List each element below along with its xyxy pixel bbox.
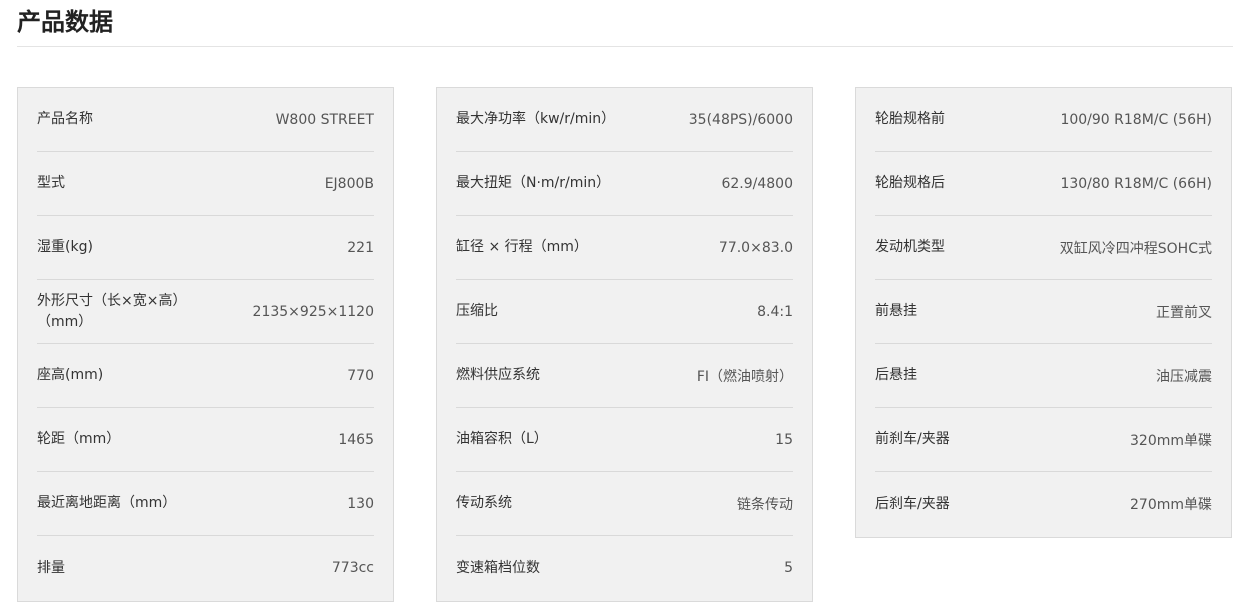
spec-label: 座高(mm) [37,367,104,383]
spec-value: 770 [347,367,374,384]
spec-row: 排量 773cc [37,536,374,600]
spec-label: 燃料供应系统 [456,367,540,383]
spec-row: 后刹车/夹器 270mm单碟 [875,472,1212,536]
spec-row: 油箱容积（L） 15 [456,408,793,472]
spec-value: 100/90 R18M/C (56H) [1060,111,1212,128]
spec-value: W800 STREET [275,111,374,128]
spec-value: 5 [784,560,793,576]
spec-row: 缸径 × 行程（mm） 77.0×83.0 [456,216,793,280]
spec-label: 变速箱档位数 [456,559,540,576]
spec-row: 压缩比 8.4:1 [456,280,793,344]
spec-value: 320mm单碟 [1130,432,1212,449]
spec-value: 35(48PS)/6000 [688,111,793,128]
spec-value: 2135×925×1120 [252,303,374,320]
spec-row: 产品名称 W800 STREET [37,88,374,152]
spec-label: 发动机类型 [875,239,945,255]
spec-value: 双缸风冷四冲程SOHC式 [1059,240,1212,257]
spec-label: 最近离地距离（mm） [37,495,177,511]
spec-row: 燃料供应系统 FI（燃油喷射） [456,344,793,408]
spec-value: 1465 [338,431,374,448]
spec-panel-1: 产品名称 W800 STREET 型式 EJ800B 湿重(kg) 221 外形… [17,87,394,602]
spec-row: 外形尺寸（长×宽×高）（mm） 2135×925×1120 [37,280,374,344]
spec-value: FI（燃油喷射） [696,368,793,385]
spec-label: 前悬挂 [875,303,917,319]
spec-label: 缸径 × 行程（mm） [456,239,588,255]
spec-row: 最大扭矩（N·m/r/min） 62.9/4800 [456,152,793,216]
spec-label: 后刹车/夹器 [875,495,950,512]
spec-value: 正置前叉 [1156,304,1212,321]
spec-label: 传动系统 [456,495,512,511]
spec-row: 轮距（mm） 1465 [37,408,374,472]
spec-value: 62.9/4800 [721,175,793,192]
spec-label: 轮距（mm） [37,431,121,447]
spec-label: 轮胎规格前 [875,111,945,127]
spec-label: 压缩比 [456,303,498,319]
spec-row: 最近离地距离（mm） 130 [37,472,374,536]
spec-row: 变速箱档位数 5 [456,536,793,600]
page-title: 产品数据 [17,8,113,36]
spec-label: 型式 [37,175,65,191]
spec-value: 15 [775,431,793,448]
spec-row: 轮胎规格后 130/80 R18M/C (66H) [875,152,1212,216]
spec-label: 油箱容积（L） [456,431,548,447]
spec-value: 221 [347,239,374,256]
spec-row: 前刹车/夹器 320mm单碟 [875,408,1212,472]
spec-row: 传动系统 链条传动 [456,472,793,536]
spec-panel-3: 轮胎规格前 100/90 R18M/C (56H) 轮胎规格后 130/80 R… [855,87,1232,538]
spec-row: 发动机类型 双缸风冷四冲程SOHC式 [875,216,1212,280]
spec-row: 前悬挂 正置前叉 [875,280,1212,344]
title-divider [17,46,1233,47]
spec-row: 最大净功率（kw/r/min） 35(48PS)/6000 [456,88,793,152]
spec-label: 排量 [37,559,65,576]
spec-label: 产品名称 [37,111,93,127]
spec-value: 773cc [331,560,374,576]
spec-row: 湿重(kg) 221 [37,216,374,280]
spec-label: 最大净功率（kw/r/min） [456,111,616,127]
spec-value: 油压减震 [1156,368,1212,385]
spec-value: 8.4:1 [757,303,793,320]
spec-label: 前刹车/夹器 [875,431,950,447]
spec-label: 湿重(kg) [37,239,93,255]
spec-label: 最大扭矩（N·m/r/min） [456,175,611,191]
spec-value: 链条传动 [737,496,793,513]
spec-value: 270mm单碟 [1130,497,1212,513]
spec-row: 型式 EJ800B [37,152,374,216]
spec-label: 轮胎规格后 [875,175,945,191]
spec-label: 后悬挂 [875,367,917,383]
spec-value: 77.0×83.0 [718,239,793,256]
spec-row: 后悬挂 油压减震 [875,344,1212,408]
spec-value: 130/80 R18M/C (66H) [1060,175,1212,192]
spec-value: EJ800B [324,175,374,192]
spec-row: 座高(mm) 770 [37,344,374,408]
spec-panel-2: 最大净功率（kw/r/min） 35(48PS)/6000 最大扭矩（N·m/r… [436,87,813,602]
spec-label: 外形尺寸（长×宽×高）（mm） [37,292,187,330]
spec-value: 130 [347,495,374,512]
spec-row: 轮胎规格前 100/90 R18M/C (56H) [875,88,1212,152]
